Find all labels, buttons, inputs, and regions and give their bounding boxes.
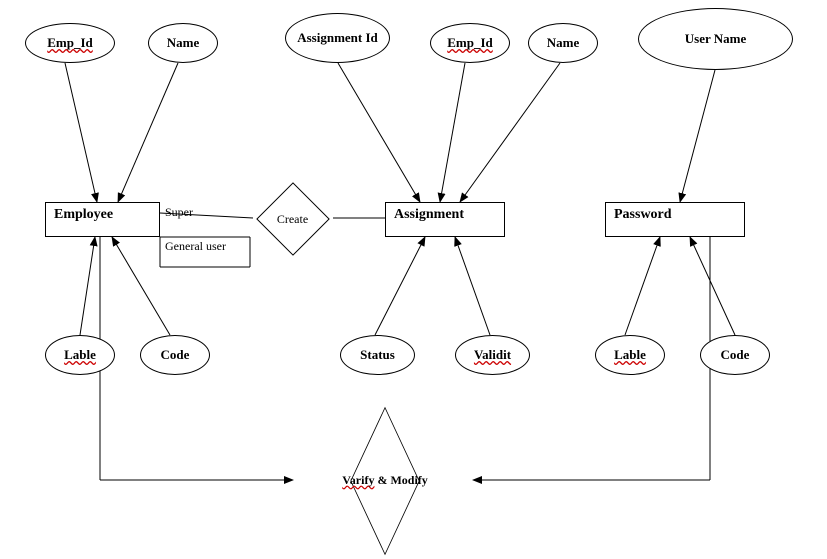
attr-status: Status xyxy=(340,335,415,375)
label-general-user: General user xyxy=(165,239,226,254)
entity-employee: Employee xyxy=(45,202,160,237)
attr-emp-id-1: Emp_Id xyxy=(25,23,115,63)
attr-emp-id-2: Emp_Id xyxy=(430,23,510,63)
attr-lable-2: Lable xyxy=(595,335,665,375)
rel-varify-modify: Varify & Modify xyxy=(295,453,475,508)
label-super: Super xyxy=(165,205,193,220)
rel-create: Create xyxy=(260,195,325,243)
attr-validit: Validit xyxy=(455,335,530,375)
attr-name-1: Name xyxy=(148,23,218,63)
attr-lable-1: Lable xyxy=(45,335,115,375)
attr-name-2: Name xyxy=(528,23,598,63)
attr-code-1: Code xyxy=(140,335,210,375)
attr-code-2: Code xyxy=(700,335,770,375)
attr-user-name: User Name xyxy=(638,8,793,70)
entity-assignment: Assignment xyxy=(385,202,505,237)
attr-assignment-id: Assignment Id xyxy=(285,13,390,63)
entity-password: Password xyxy=(605,202,745,237)
